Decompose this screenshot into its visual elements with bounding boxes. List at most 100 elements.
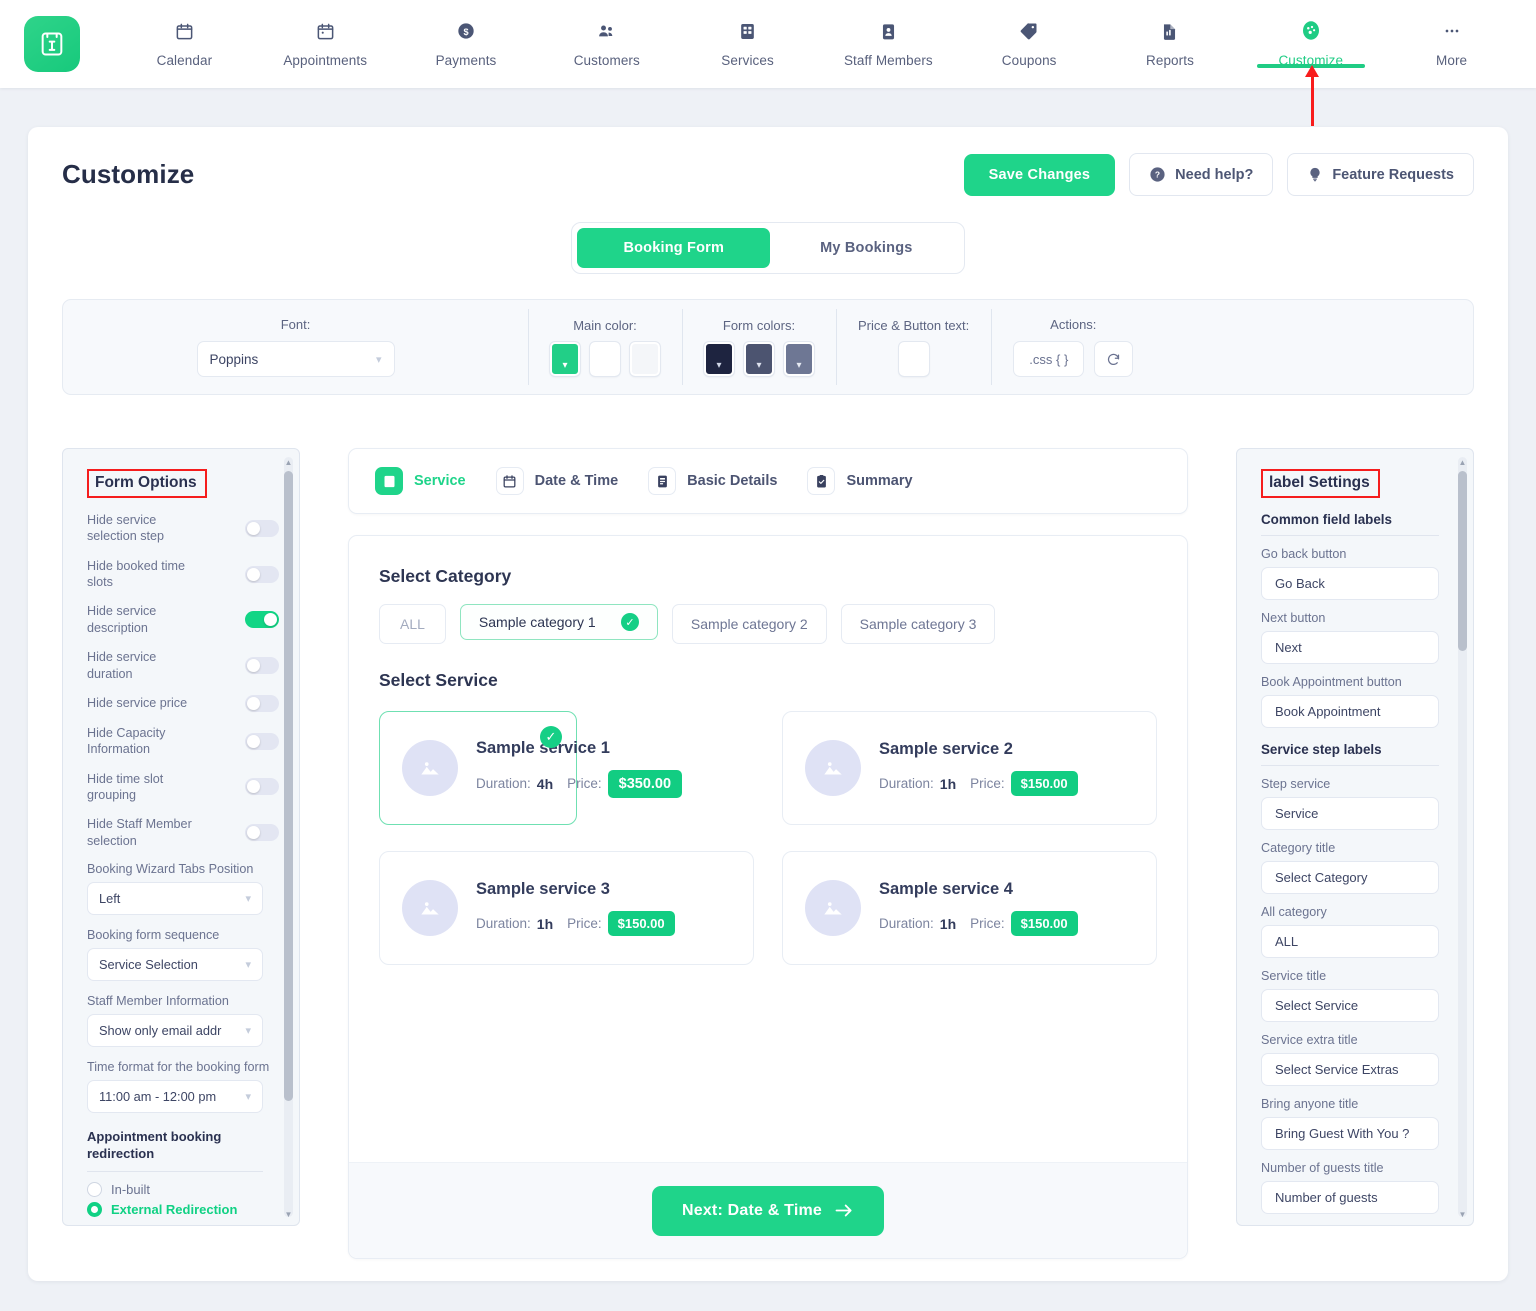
form-color-swatch-2[interactable]: ▾ xyxy=(743,341,775,377)
service-card-sample-service-4[interactable]: Sample service 4 Duration: 1h Price: $15… xyxy=(782,851,1157,965)
appearance-settings-bar: Font: Poppins ▾ Main color: ▾ Form color… xyxy=(62,299,1474,395)
step-label: Date & Time xyxy=(534,473,619,489)
nav-item-services[interactable]: Services xyxy=(677,10,818,68)
category-chip-all[interactable]: ALL xyxy=(379,604,446,644)
scroll-up-arrow-icon[interactable]: ▲ xyxy=(1458,458,1467,467)
toggle-hide-service-selection-step[interactable] xyxy=(245,519,279,537)
nav-item-payments[interactable]: $ Payments xyxy=(396,10,537,68)
input-step-service[interactable]: Service xyxy=(1261,797,1439,830)
annotation-arrow-customize xyxy=(1305,65,1319,126)
service-cards-grid: Sample service 1 Duration: 4h Price: $35… xyxy=(379,711,1157,965)
main-color-label: Main color: xyxy=(573,318,637,333)
input-all-category[interactable]: ALL xyxy=(1261,925,1439,958)
lightbulb-icon xyxy=(1307,166,1323,183)
main-color-swatches: ▾ xyxy=(549,341,661,377)
nav-item-appointments[interactable]: Appointments xyxy=(255,10,396,68)
input-service-extra-title[interactable]: Select Service Extras xyxy=(1261,1053,1439,1086)
toggle-hide-time-slot-grouping[interactable] xyxy=(245,778,279,796)
select-booking-form-sequence[interactable]: Service Selection ▾ xyxy=(87,948,263,982)
font-select[interactable]: Poppins ▾ xyxy=(196,341,395,377)
chevron-down-icon: ▾ xyxy=(716,360,722,371)
price-button-text-swatch[interactable] xyxy=(897,341,930,377)
select-staff-member-information[interactable]: Show only email addr ▾ xyxy=(87,1014,263,1048)
step-label: Basic Details xyxy=(687,473,778,489)
select-booking-wizard-tabs-position[interactable]: Left ▾ xyxy=(87,882,263,916)
duration-value: 1h xyxy=(536,915,554,932)
toggle-hide-service-duration[interactable] xyxy=(245,657,279,675)
reset-button[interactable] xyxy=(1094,341,1134,377)
toggle-hide-staff-member-selection[interactable] xyxy=(245,824,279,842)
form-color-swatch-1[interactable]: ▾ xyxy=(703,341,735,377)
input-next-button[interactable]: Next xyxy=(1261,631,1439,664)
nav-item-calendar[interactable]: Calendar xyxy=(114,10,255,68)
nav-item-more[interactable]: More xyxy=(1381,10,1522,68)
feature-requests-button[interactable]: Feature Requests xyxy=(1287,153,1474,196)
custom-css-button[interactable]: .css { } xyxy=(1013,341,1085,377)
nav-item-staff-members[interactable]: Staff Members xyxy=(818,10,959,68)
main-color-swatch-1[interactable]: ▾ xyxy=(549,341,581,377)
category-chip-sample-category-3[interactable]: Sample category 3 xyxy=(840,604,996,644)
select-time-format[interactable]: 11:00 am - 12:00 pm ▾ xyxy=(87,1080,263,1114)
actions-buttons: .css { } xyxy=(1013,341,1134,377)
caption-bring-anyone-title: Bring anyone title xyxy=(1261,1097,1359,1111)
toggle-hide-booked-time-slots[interactable] xyxy=(245,565,279,583)
nav-item-reports[interactable]: Reports xyxy=(1100,10,1241,68)
nav-label: Calendar xyxy=(156,53,213,68)
tab-booking-form[interactable]: Booking Form xyxy=(577,228,771,268)
duration-value: 1h xyxy=(939,775,957,792)
actions-setting: Actions: .css { } xyxy=(991,300,1155,394)
nav-item-customers[interactable]: Customers xyxy=(536,10,677,68)
right-panel-scrollbar-thumb[interactable] xyxy=(1458,471,1467,651)
category-chip-sample-category-2[interactable]: Sample category 2 xyxy=(671,604,827,644)
input-book-appointment-button[interactable]: Book Appointment xyxy=(1261,695,1439,728)
main-color-swatch-2[interactable] xyxy=(589,341,621,377)
step-date-time[interactable]: Date & Time xyxy=(495,467,619,495)
input-bring-anyone-title[interactable]: Bring Guest With You ? xyxy=(1261,1117,1439,1150)
nav-items: Calendar Appointments $ Payments Custome… xyxy=(114,10,1522,68)
nav-item-coupons[interactable]: Coupons xyxy=(959,10,1100,68)
main-color-swatch-3[interactable] xyxy=(629,341,661,377)
duration-label: Duration: xyxy=(879,776,934,791)
input-go-back-button[interactable]: Go Back xyxy=(1261,567,1439,600)
brand-logo-icon[interactable] xyxy=(24,16,80,72)
label-staff-member-information: Staff Member Information xyxy=(87,994,229,1009)
radio-external-redirection[interactable]: External Redirection xyxy=(87,1201,279,1217)
input-service-title[interactable]: Select Service xyxy=(1261,989,1439,1022)
step-basic-details[interactable]: Basic Details xyxy=(648,467,777,495)
step-service[interactable]: Service xyxy=(375,467,466,495)
duration-value: 4h xyxy=(536,775,554,792)
select-value: Show only email addr xyxy=(99,1023,222,1039)
step-summary[interactable]: Summary xyxy=(807,467,913,495)
input-number-of-guests-title[interactable]: Number of guests xyxy=(1261,1181,1439,1214)
scroll-down-arrow-icon[interactable]: ▼ xyxy=(1458,1210,1467,1219)
label-booking-form-sequence: Booking form sequence xyxy=(87,928,220,943)
service-card-sample-service-3[interactable]: Sample service 3 Duration: 1h Price: $15… xyxy=(379,851,754,965)
save-changes-button[interactable]: Save Changes xyxy=(963,153,1116,196)
left-panel-scrollbar-track[interactable] xyxy=(284,457,293,1217)
tab-my-bookings[interactable]: My Bookings xyxy=(774,228,958,268)
price-label: Price: xyxy=(970,776,1005,791)
service-card-sample-service-1[interactable]: Sample service 1 Duration: 4h Price: $35… xyxy=(379,711,683,825)
input-category-title[interactable]: Select Category xyxy=(1261,861,1439,894)
need-help-button[interactable]: ? Need help? xyxy=(1129,153,1274,196)
toggle-hide-service-price[interactable] xyxy=(245,694,279,712)
select-service-title: Select Service xyxy=(379,670,498,690)
service-card-sample-service-2[interactable]: Sample service 2 Duration: 1h Price: $15… xyxy=(782,711,1157,825)
scroll-up-arrow-icon[interactable]: ▲ xyxy=(284,458,293,467)
nav-item-customize[interactable]: Customize xyxy=(1240,10,1381,68)
selected-check-icon: ✓ xyxy=(540,726,562,748)
form-color-swatch-3[interactable]: ▾ xyxy=(783,341,815,377)
toggle-hide-service-description[interactable] xyxy=(245,611,279,629)
left-panel-scrollbar-thumb[interactable] xyxy=(284,471,293,1101)
radio-in-built[interactable]: In-built xyxy=(87,1181,279,1197)
next-date-time-button[interactable]: Next: Date & Time xyxy=(651,1185,885,1236)
toggle-knob xyxy=(247,696,260,710)
toggle-hide-capacity-information[interactable] xyxy=(245,732,279,750)
arrow-right-icon xyxy=(834,1203,854,1218)
scroll-down-arrow-icon[interactable]: ▼ xyxy=(284,1210,293,1219)
right-panel-scrollbar-track[interactable] xyxy=(1458,457,1467,1217)
caption-go-back-button: Go back button xyxy=(1261,547,1347,561)
category-chip-sample-category-1[interactable]: Sample category 1 ✓ xyxy=(459,604,658,640)
form-footer: Next: Date & Time xyxy=(349,1162,1187,1258)
toggle-knob xyxy=(247,659,260,673)
